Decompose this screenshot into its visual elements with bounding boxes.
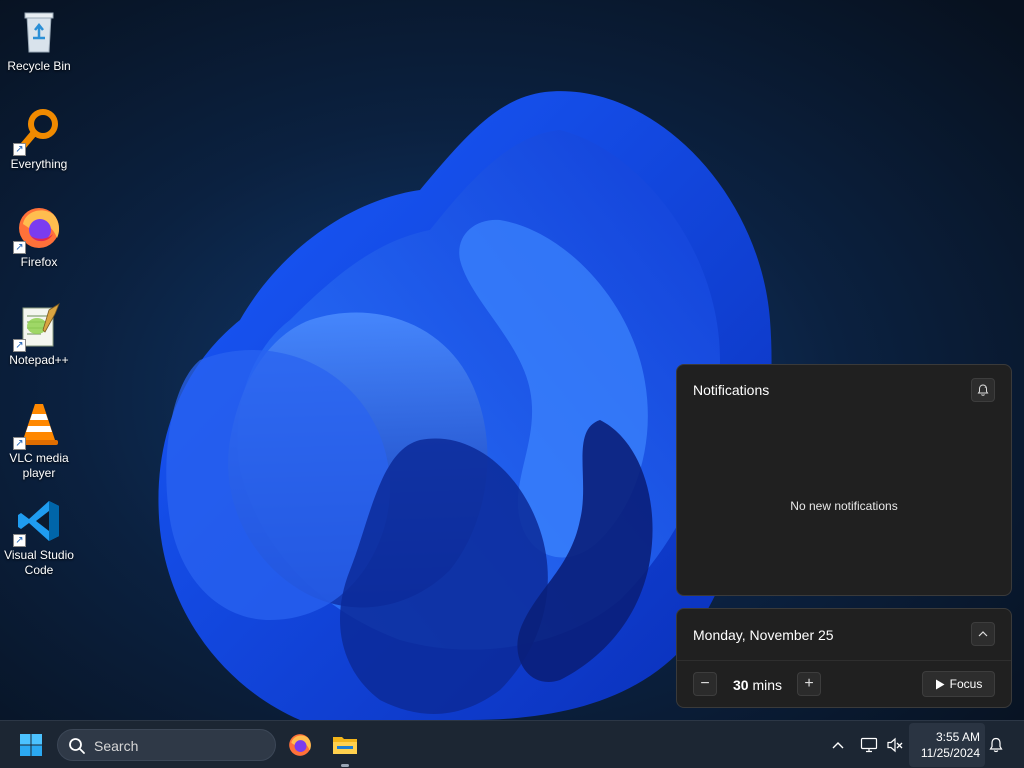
chevron-up-icon <box>832 742 844 749</box>
taskbar-clock[interactable]: 3:55 AM 11/25/2024 <box>909 723 985 767</box>
notifications-button[interactable] <box>984 733 1008 757</box>
clock-time: 3:55 AM <box>935 730 980 744</box>
focus-duration: 30 mins <box>733 677 782 693</box>
recycle-bin-icon <box>15 8 63 56</box>
taskbar: Search 3:55 AM 11/25/2024 <box>0 720 1024 768</box>
notifications-title: Notifications <box>693 382 770 398</box>
desktop-icon-label: Everything <box>10 157 68 171</box>
focus-minutes-unit: mins <box>752 677 783 693</box>
focus-decrease-button[interactable]: − <box>693 672 717 696</box>
desktop-icon-label: Visual Studio Code <box>4 548 74 577</box>
everything-search-icon: ↗ <box>13 106 63 156</box>
focus-label: Focus <box>949 677 983 691</box>
clock-date: 11/25/2024 <box>920 746 980 760</box>
shortcut-arrow-icon: ↗ <box>13 143 26 156</box>
desktop-icon-label: Recycle Bin <box>7 59 71 73</box>
desktop-icon-label: Firefox <box>20 255 58 269</box>
desktop-icon-notepad-plus-plus[interactable]: ↗ Notepad++ <box>2 302 76 368</box>
focus-increase-button[interactable]: + <box>797 672 821 696</box>
taskbar-firefox[interactable] <box>284 729 316 761</box>
desktop-icon-label: VLC media player <box>9 451 69 480</box>
svg-text:z: z <box>985 384 987 389</box>
shortcut-arrow-icon: ↗ <box>13 241 26 254</box>
desktop-icon-firefox[interactable]: ↗ Firefox <box>2 204 76 270</box>
do-not-disturb-button[interactable]: z <box>971 378 995 402</box>
play-icon <box>935 679 945 689</box>
search-placeholder: Search <box>94 738 139 754</box>
show-hidden-icons-button[interactable] <box>826 733 850 757</box>
desktop-icon-label: Notepad++ <box>9 353 69 367</box>
start-button[interactable] <box>17 731 45 759</box>
start-focus-button[interactable]: Focus <box>922 671 995 697</box>
network-status[interactable] <box>857 733 881 757</box>
notification-center: Notifications z No new notifications <box>676 364 1012 596</box>
shortcut-arrow-icon: ↗ <box>13 534 26 547</box>
windows-logo-icon <box>20 734 42 756</box>
volume-control[interactable] <box>883 733 907 757</box>
desktop-icon-recycle-bin[interactable]: Recycle Bin <box>2 8 76 74</box>
desktop-icon-vscode[interactable]: ↗ Visual Studio Code <box>2 497 76 578</box>
calendar-date: Monday, November 25 <box>693 627 834 643</box>
network-icon <box>860 737 878 753</box>
calendar-focus-panel: Monday, November 25 − 30 mins + Focus <box>676 608 1012 708</box>
search-icon <box>69 738 85 754</box>
vlc-cone-icon: ↗ <box>13 400 63 450</box>
volume-muted-icon <box>887 737 903 753</box>
file-explorer-icon <box>333 737 357 754</box>
desktop-icon-vlc[interactable]: ↗ VLC media player <box>2 400 76 481</box>
divider <box>677 660 1011 661</box>
shortcut-arrow-icon: ↗ <box>13 339 26 352</box>
taskbar-file-explorer[interactable] <box>329 729 361 761</box>
vscode-icon: ↗ <box>13 497 63 547</box>
focus-minutes-value: 30 <box>733 677 749 693</box>
desktop-icon-everything[interactable]: ↗ Everything <box>2 106 76 172</box>
chevron-up-icon <box>978 631 988 637</box>
shortcut-arrow-icon: ↗ <box>13 437 26 450</box>
bell-snooze-icon: z <box>977 384 989 396</box>
calendar-collapse-button[interactable] <box>971 622 995 646</box>
firefox-icon: ↗ <box>13 204 63 254</box>
no-notifications-message: No new notifications <box>790 499 898 513</box>
notepad-plus-plus-icon: ↗ <box>13 302 63 352</box>
bell-icon <box>989 737 1003 753</box>
running-app-indicator <box>341 764 349 767</box>
firefox-icon <box>289 734 311 756</box>
taskbar-search-box[interactable]: Search <box>57 729 276 761</box>
